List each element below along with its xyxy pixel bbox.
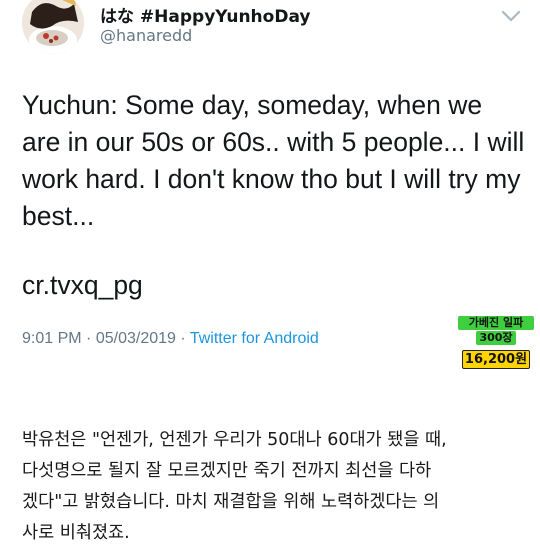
avatar-image (22, 0, 84, 54)
tweet-text-line: best... (22, 201, 95, 231)
user-handle[interactable]: @hanaredd (100, 26, 192, 45)
caption-line: 겠다"고 밝혔습니다. 마치 재결합을 위해 노력하겠다는 의 (22, 492, 440, 512)
tweet-text: Yuchun: Some day, someday, when we are i… (22, 87, 532, 235)
avatar[interactable] (22, 0, 84, 54)
tweet-source-link[interactable]: Twitter for Android (190, 330, 319, 347)
promo-line: 가베진 일파 (458, 316, 534, 330)
meta-separator: · (86, 330, 92, 347)
article-caption: 박유천은 "언젠가, 언젠가 우리가 50대나 60대가 됐을 때, 다섯명으로… (22, 425, 527, 549)
tweet-text-line: Yuchun: Some day, someday, when we (22, 90, 483, 120)
tweet-credit: cr.tvxq_pg (22, 270, 143, 300)
tweet-meta: 9:01 PM · 05/03/2019 · Twitter for Andro… (22, 330, 319, 348)
tweet-date[interactable]: 05/03/2019 (96, 330, 176, 347)
display-name[interactable]: はな #HappyYunhoDay (100, 2, 310, 27)
chevron-down-icon[interactable] (500, 8, 522, 24)
promo-sticker[interactable]: 가베진 일파 300장 16,200원 (454, 316, 538, 372)
tweet-text-line: are in our 50s or 60s.. with 5 people...… (22, 127, 525, 157)
meta-separator: · (180, 330, 186, 347)
caption-line: 박유천은 "언젠가, 언젠가 우리가 50대나 60대가 됐을 때, (22, 430, 447, 450)
promo-line: 300장 (476, 331, 516, 345)
tweet-text-line: work hard. I don't know tho but I will t… (22, 164, 521, 194)
tweet-time[interactable]: 9:01 PM (22, 330, 82, 347)
promo-price: 16,200원 (462, 350, 530, 369)
caption-line: 다섯명으로 될지 잘 모르겠지만 죽기 전까지 최선을 다하 (22, 461, 432, 481)
caption-line: 사로 비춰졌죠. (22, 523, 130, 543)
